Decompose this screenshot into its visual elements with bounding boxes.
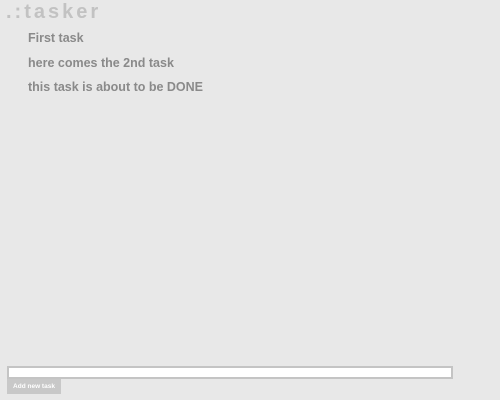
add-task-button[interactable]: Add new task — [7, 379, 61, 394]
new-task-input[interactable] — [7, 366, 453, 379]
task-item[interactable]: this task is about to be DONE — [28, 77, 203, 102]
task-list: First task here comes the 2nd task this … — [28, 28, 203, 102]
task-item[interactable]: here comes the 2nd task — [28, 53, 203, 78]
task-item[interactable]: First task — [28, 28, 203, 53]
app-title: .:tasker — [6, 1, 102, 23]
